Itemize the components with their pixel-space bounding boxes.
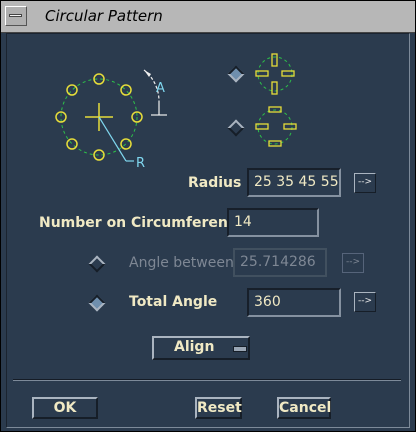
option-menu-indicator-icon	[233, 346, 247, 352]
radius-label: Radius	[188, 175, 242, 191]
cancel-button[interactable]: Cancel	[277, 397, 331, 419]
angle-between-input: 25.714286	[233, 248, 327, 277]
circular-pattern-window: Circular Pattern A R Radius 25 35 45 55 …	[0, 0, 416, 432]
number-on-circumference-label: Number on Circumference	[39, 215, 246, 231]
reset-button[interactable]: Reset	[195, 397, 242, 419]
total-angle-options-button[interactable]: -->	[354, 292, 376, 312]
window-title: Circular Pattern	[45, 7, 163, 25]
radius-input[interactable]: 25 35 45 55	[247, 168, 341, 197]
align-option-menu[interactable]: Align	[152, 336, 250, 360]
title-bar[interactable]: Circular Pattern	[1, 1, 415, 33]
number-on-circumference-input[interactable]: 14	[227, 208, 319, 237]
align-option-label: Align	[174, 339, 215, 355]
total-angle-input[interactable]: 360	[247, 288, 341, 317]
separator	[13, 379, 401, 381]
orientation-radial-icon	[255, 53, 295, 95]
ok-button[interactable]: OK	[32, 397, 98, 419]
radius-options-button[interactable]: -->	[354, 173, 376, 193]
window-menu-icon[interactable]	[5, 6, 27, 26]
angle-between-options-button: -->	[342, 253, 364, 273]
radius-r-label: R	[136, 156, 146, 171]
orientation-fixed-icon	[255, 106, 297, 147]
angle-between-label: Angle between	[129, 255, 234, 271]
total-angle-label: Total Angle	[129, 294, 218, 310]
angle-a-label: A	[156, 81, 165, 96]
